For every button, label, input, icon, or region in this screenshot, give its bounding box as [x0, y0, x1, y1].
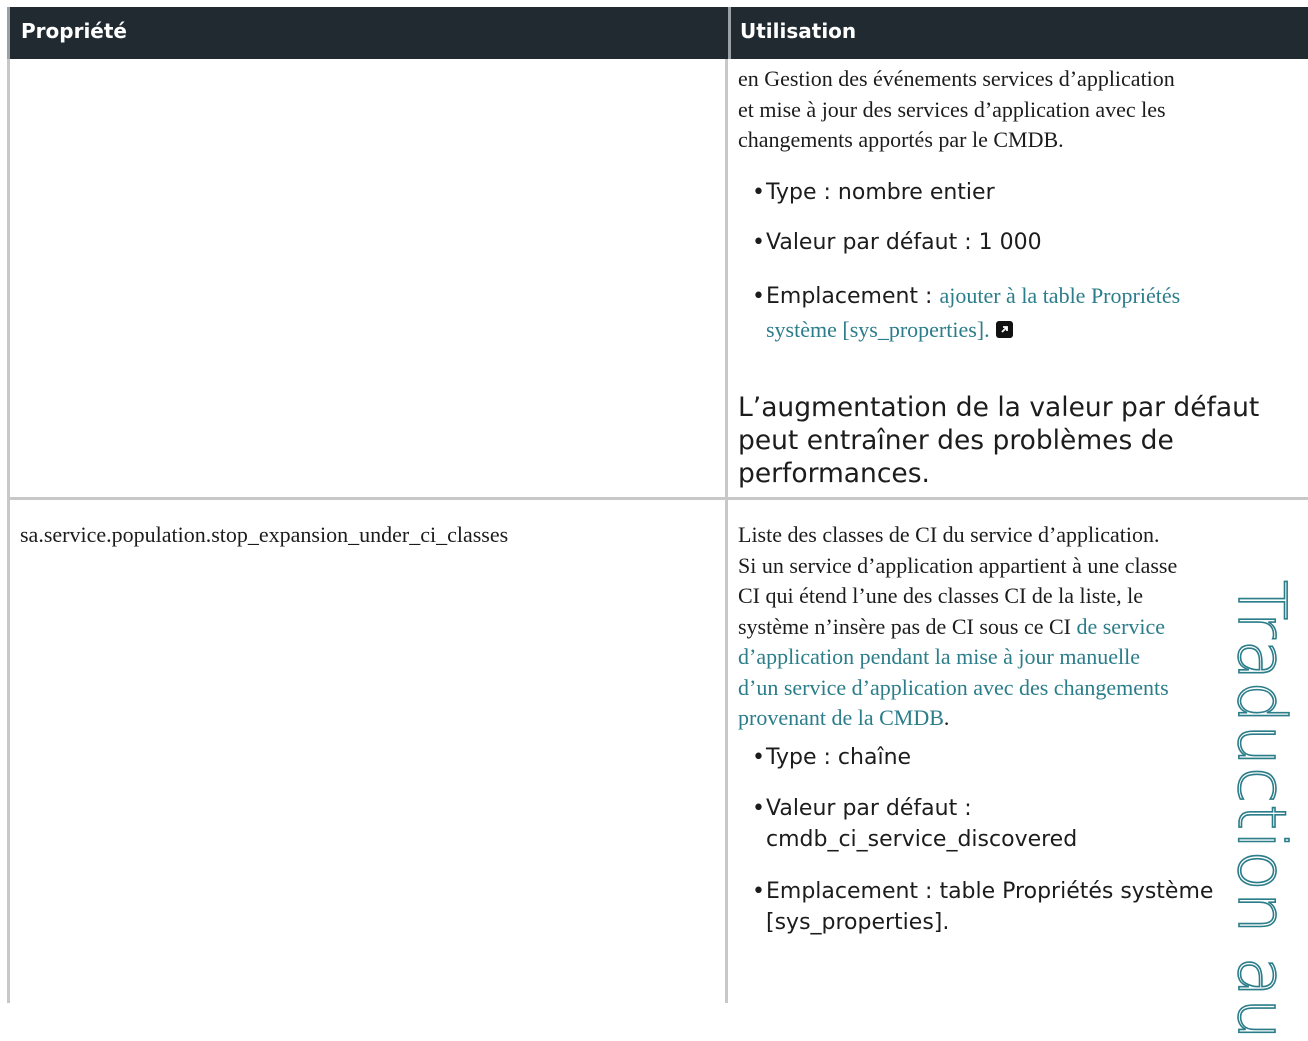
- sys-properties-link-cont[interactable]: système [sys_properties].: [766, 317, 990, 342]
- row1-bullet-location: •Emplacement : ajouter à la table Propri…: [752, 281, 1180, 312]
- header-property: Propriété: [21, 19, 127, 43]
- column-divider: [725, 59, 728, 1003]
- bullet-dot: •: [752, 284, 765, 309]
- row2-usage-line: système n’insère pas de CI sous ce CI de…: [738, 612, 1298, 643]
- service-link[interactable]: de service: [1076, 614, 1165, 639]
- bullet-text: Type : chaîne: [766, 745, 912, 770]
- row2-usage-line: Liste des classes de CI du service d’app…: [738, 522, 1160, 547]
- row1-bullet-default: •Valeur par défaut : 1 000: [752, 228, 1042, 258]
- document-page: Propriété Utilisation en Gestion des évé…: [0, 0, 1308, 1041]
- row2-bullet-type: •Type : chaîne: [752, 743, 911, 773]
- row2-usage-line: CI qui étend l’une des classes CI de la …: [738, 583, 1144, 608]
- bullet-text: Emplacement :: [766, 284, 940, 309]
- bullet-dot: •: [752, 796, 765, 821]
- note-line: performances.: [738, 458, 930, 489]
- row2-property-name: sa.service.population.stop_expansion_und…: [20, 522, 509, 547]
- row2-bullet-default: •Valeur par défaut :: [752, 794, 972, 824]
- row2-usage-line: provenant de la CMDB.: [738, 703, 1298, 734]
- cmdb-link[interactable]: provenant de la CMDB: [738, 705, 944, 730]
- usage-text: système n’insère pas de CI sous ce CI: [738, 613, 1077, 639]
- bullet-text: Emplacement : table Propriétés système: [766, 879, 1214, 904]
- bullet-dot: •: [752, 230, 765, 255]
- row1-usage-line: en Gestion des événements services d’app…: [738, 66, 1175, 91]
- bullet-dot: •: [752, 879, 765, 904]
- header-usage: Utilisation: [740, 19, 857, 43]
- external-link-icon[interactable]: [995, 321, 1013, 338]
- sys-properties-link[interactable]: ajouter à la table Propriétés: [939, 283, 1180, 308]
- row1-bullet-type: •Type : nombre entier: [752, 178, 995, 208]
- row1-usage-paragraph: en Gestion des événements services d’app…: [738, 64, 1298, 156]
- row2-bullet-location-cont: [sys_properties].: [766, 910, 950, 935]
- service-link-cont[interactable]: d’application pendant la mise à jour man…: [738, 642, 1298, 673]
- left-border: [7, 59, 10, 1003]
- row2-usage-line: Si un service d’application appartient à…: [738, 552, 1178, 578]
- header-divider: [728, 7, 731, 59]
- bullet-text: Type : nombre entier: [766, 180, 995, 205]
- bullet-text: Valeur par défaut : 1 000: [766, 230, 1042, 255]
- usage-text: .: [943, 705, 950, 730]
- note-line: peut entraîner des problèmes de: [738, 425, 1174, 456]
- row2-usage-paragraph: Liste des classes de CI du service d’app…: [738, 520, 1298, 734]
- translation-watermark: Traduction au: [1222, 579, 1301, 1041]
- row2-bullet-default-cont: cmdb_ci_service_discovered: [766, 827, 1078, 852]
- bullet-text: Valeur par défaut :: [766, 796, 972, 821]
- row1-usage-line: et mise à jour des services d’applicatio…: [738, 96, 1166, 122]
- bullet-dot: •: [752, 745, 765, 770]
- row1-performance-note: L’augmentation de la valeur par défaut p…: [738, 391, 1298, 490]
- row1-bullet-location-cont: système [sys_properties].: [766, 315, 1013, 346]
- table-header: Propriété Utilisation: [7, 7, 1308, 59]
- bullet-dot: •: [752, 180, 765, 205]
- row1-usage-line: changements apportés par le CMDB.: [738, 127, 1064, 152]
- row-divider: [7, 497, 1308, 500]
- service-link-cont[interactable]: d’un service d’application avec des chan…: [738, 673, 1298, 704]
- note-line: L’augmentation de la valeur par défaut: [738, 392, 1260, 423]
- row2-bullet-location: •Emplacement : table Propriétés système: [752, 877, 1213, 907]
